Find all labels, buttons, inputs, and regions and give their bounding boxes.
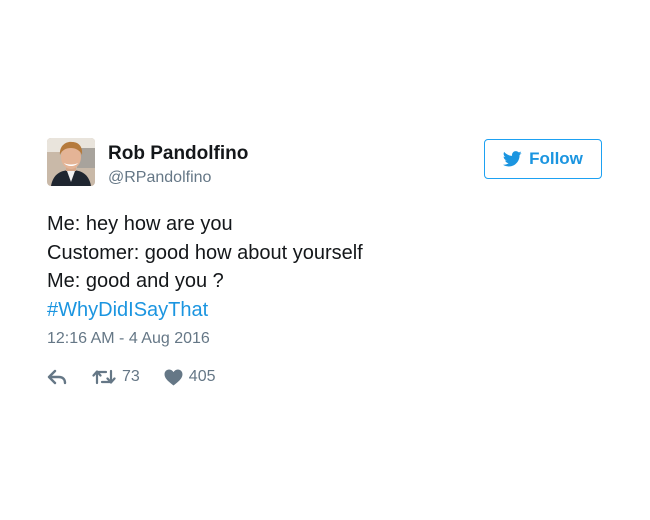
author-name[interactable]: Rob Pandolfino: [108, 142, 248, 166]
tweet-line: Customer: good how about yourself: [47, 241, 363, 264]
tweet-line: Me: good and you ?: [47, 270, 224, 292]
heart-icon: [164, 368, 183, 386]
like-button[interactable]: 405: [164, 368, 216, 386]
retweet-count: 73: [122, 368, 140, 385]
retweet-button[interactable]: 73: [92, 368, 140, 386]
follow-label: Follow: [529, 149, 583, 168]
retweet-icon: [92, 369, 116, 385]
hashtag-link[interactable]: #WhyDidISayThat: [47, 299, 208, 321]
like-count: 405: [188, 368, 216, 385]
tweet-hashtag-line: #WhyDidISayThat: [47, 296, 363, 325]
follow-button[interactable]: Follow: [484, 139, 602, 179]
tweet-actions: 73 405: [47, 366, 216, 388]
author-handle[interactable]: @RPandolfino: [108, 168, 211, 188]
tweet-text: Me: hey how are you Customer: good how a…: [47, 210, 363, 324]
reply-icon: [47, 369, 67, 385]
tweet-line: Me: hey how are you: [47, 213, 233, 235]
tweet-card: Rob Pandolfino @RPandolfino Follow Me: h…: [47, 138, 607, 398]
avatar-photo: [47, 138, 95, 186]
reply-button[interactable]: [47, 369, 67, 385]
tweet-timestamp[interactable]: 12:16 AM - 4 Aug 2016: [47, 329, 210, 349]
author-avatar[interactable]: [47, 138, 95, 186]
twitter-bird-icon: [503, 151, 522, 167]
